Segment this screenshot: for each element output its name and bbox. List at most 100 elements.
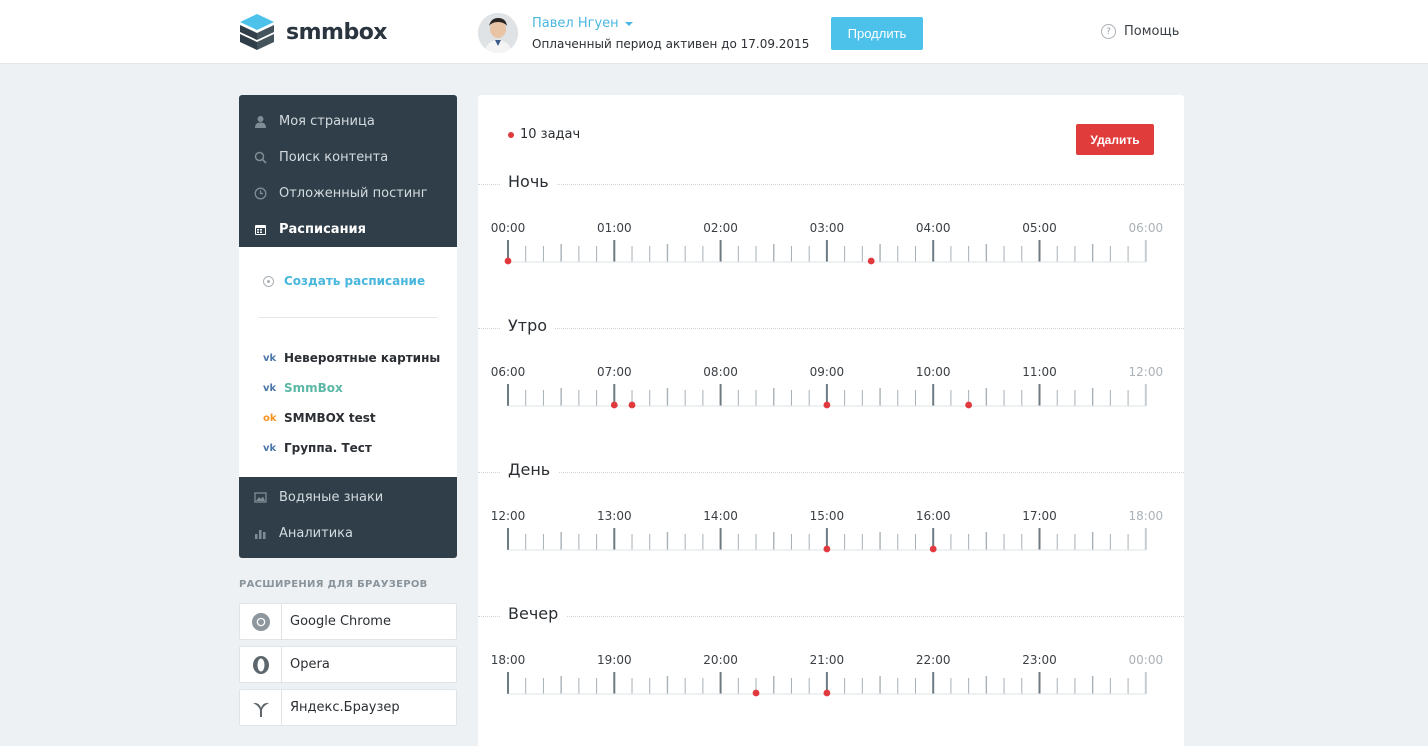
clock-icon <box>253 186 267 200</box>
group-label: SMMBOX test <box>284 411 376 425</box>
user-menu[interactable]: Павел Нгуен <box>532 16 633 31</box>
group-item[interactable]: ok SMMBOX test <box>263 403 440 433</box>
avatar[interactable] <box>478 13 518 53</box>
tasks-count-label: 10 задач <box>520 127 581 142</box>
chevron-down-icon <box>624 21 633 26</box>
vk-icon: vk <box>263 382 277 394</box>
extensions-title: РАСШИРЕНИЯ ДЛЯ БРАУЗЕРОВ <box>239 579 428 590</box>
timeline-night[interactable] <box>478 240 1184 270</box>
odnoklassniki-icon: ok <box>263 412 277 424</box>
extension-chrome[interactable]: Google Chrome <box>239 603 457 640</box>
hour-label: 22:00 <box>915 653 951 667</box>
hour-label: 23:00 <box>1022 653 1057 667</box>
hour-label: 06:00 <box>490 365 526 379</box>
sidebar-item-label: Аналитика <box>279 525 353 541</box>
vk-icon: vk <box>263 352 277 364</box>
hour-label: 07:00 <box>597 365 632 379</box>
task-marker[interactable] <box>610 401 618 409</box>
hour-label: 12:00 <box>490 509 526 523</box>
hour-label: 14:00 <box>703 509 738 523</box>
yandex-browser-icon <box>240 690 282 725</box>
hour-label: 10:00 <box>915 365 951 379</box>
opera-icon <box>240 647 282 682</box>
group-label: Группа. Тест <box>284 441 372 455</box>
divider <box>259 317 437 318</box>
task-marker[interactable] <box>504 257 512 265</box>
task-marker[interactable] <box>867 257 875 265</box>
sidebar-item-search-content[interactable]: Поиск контента <box>239 139 457 175</box>
sidebar-item-analytics[interactable]: Аналитика <box>239 515 457 551</box>
sidebar-item-scheduled-posting[interactable]: Отложенный постинг <box>239 175 457 211</box>
top-header: smmbox Павел Нгуен Оплаченный период акт… <box>0 0 1428 64</box>
hour-label: 05:00 <box>1022 221 1057 235</box>
task-marker[interactable] <box>823 401 831 409</box>
group-label: SmmBox <box>284 381 343 395</box>
section-divider <box>478 328 1184 329</box>
hour-label: 12:00 <box>1128 365 1164 379</box>
schedules-submenu: Создать расписание vk Невероятные картин… <box>239 247 457 477</box>
task-marker[interactable] <box>929 545 937 553</box>
extension-label: Opera <box>290 657 330 672</box>
hour-label: 18:00 <box>1128 509 1164 523</box>
section-divider <box>478 472 1184 473</box>
user-name: Павел Нгуен <box>532 16 619 31</box>
vk-icon: vk <box>263 442 277 454</box>
extension-opera[interactable]: Opera <box>239 646 457 683</box>
section-divider <box>478 184 1184 185</box>
timeline-evening[interactable] <box>478 672 1184 702</box>
sidebar-item-label: Расписания <box>279 221 367 237</box>
extend-button[interactable]: Продлить <box>831 17 923 50</box>
subscription-period: Оплаченный период активен до 17.09.2015 <box>532 37 810 51</box>
hour-label: 18:00 <box>490 653 526 667</box>
timeline-day[interactable] <box>478 528 1184 558</box>
chrome-icon <box>240 604 282 639</box>
sidebar-item-my-page[interactable]: Моя страница <box>239 103 457 139</box>
task-marker[interactable] <box>752 689 760 697</box>
group-item[interactable]: vk SmmBox <box>263 373 440 403</box>
task-marker[interactable] <box>823 689 831 697</box>
help-icon: ? <box>1101 24 1116 39</box>
extension-yandex[interactable]: Яндекс.Браузер <box>239 689 457 726</box>
add-circle-icon <box>263 275 274 287</box>
logo[interactable]: smmbox <box>238 12 388 52</box>
hour-label: 11:00 <box>1022 365 1057 379</box>
sidebar-item-watermarks[interactable]: Водяные знаки <box>239 479 457 515</box>
hour-label: 01:00 <box>597 221 632 235</box>
help-label: Помощь <box>1124 24 1180 39</box>
sidebar-item-label: Моя страница <box>279 113 375 129</box>
search-icon <box>253 150 267 164</box>
create-schedule-label: Создать расписание <box>284 274 426 288</box>
group-label: Невероятные картины <box>284 351 441 365</box>
task-marker[interactable] <box>823 545 831 553</box>
task-marker[interactable] <box>965 401 973 409</box>
hour-label: 02:00 <box>703 221 738 235</box>
hour-label: 00:00 <box>1128 653 1164 667</box>
sidebar: Моя страница Поиск контента Отложенный п… <box>239 95 457 558</box>
delete-button[interactable]: Удалить <box>1076 124 1154 155</box>
hour-label: 00:00 <box>490 221 526 235</box>
hour-label: 13:00 <box>597 509 632 523</box>
hour-label: 04:00 <box>915 221 951 235</box>
logo-cube-icon <box>240 14 274 50</box>
hour-label: 08:00 <box>703 365 738 379</box>
hour-label: 16:00 <box>915 509 951 523</box>
help-link[interactable]: ? Помощь <box>1101 24 1179 39</box>
hour-label: 03:00 <box>809 221 845 235</box>
timeline-morning[interactable] <box>478 384 1184 414</box>
create-schedule-link[interactable]: Создать расписание <box>263 274 425 288</box>
extension-label: Google Chrome <box>290 614 391 629</box>
extension-label: Яндекс.Браузер <box>290 700 400 715</box>
image-icon <box>253 490 267 504</box>
group-item[interactable]: vk Невероятные картины <box>263 343 440 373</box>
group-item[interactable]: vk Группа. Тест <box>263 433 440 463</box>
section-title: Вечер <box>500 604 567 623</box>
calendar-icon <box>253 222 267 236</box>
task-marker[interactable] <box>628 401 636 409</box>
logo-text: smmbox <box>286 19 388 45</box>
sidebar-item-label: Водяные знаки <box>279 489 384 505</box>
bar-chart-icon <box>253 526 267 540</box>
hour-label: 20:00 <box>703 653 738 667</box>
sidebar-item-schedules[interactable]: Расписания <box>239 211 457 247</box>
user-icon <box>253 114 267 128</box>
avatar-photo-icon <box>478 13 518 53</box>
